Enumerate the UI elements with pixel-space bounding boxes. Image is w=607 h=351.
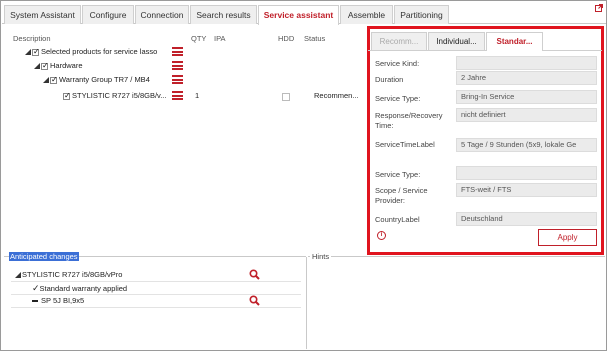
tab-assemble[interactable]: Assemble — [340, 5, 393, 24]
col-header-qty[interactable]: QTY — [191, 34, 206, 43]
tree-row[interactable]: STYLISTIC R727 i5/8GB/v... — [63, 90, 166, 102]
anticipated-changes-title: Anticipated changes — [9, 252, 79, 261]
scope-provider-field[interactable]: FTS-weit / FTS — [456, 183, 597, 197]
list-item-label: Standard warranty applied — [39, 284, 128, 293]
field-label: CountryLabel — [375, 215, 420, 224]
list-item-label: SP 5J BI,9x5 — [41, 296, 85, 305]
row-checkbox[interactable] — [41, 60, 49, 72]
tree-row[interactable]: Warranty Group TR7 / MB4 — [43, 74, 150, 86]
list-separator — [11, 281, 301, 282]
response-time-field[interactable]: nicht definiert — [456, 108, 597, 122]
list-separator — [11, 307, 301, 308]
tab-configure[interactable]: Configure — [82, 5, 134, 24]
hamburger-menu-icon[interactable] — [172, 61, 183, 70]
external-link-icon[interactable] — [595, 4, 603, 12]
panel-tabbar: Recomm... Individual... Standar... — [368, 29, 602, 51]
status-cell: Recommen... — [314, 91, 359, 100]
list-item[interactable]: SP 5J BI,9x5 — [32, 295, 84, 306]
field-label: Service Type: — [375, 170, 421, 179]
qty-cell: 1 — [195, 91, 200, 100]
tree-row[interactable]: Selected products for service lasso — [25, 46, 157, 58]
hamburger-menu-icon[interactable] — [172, 75, 183, 84]
main-tabbar: System Assistant Configure Connection Se… — [2, 2, 606, 25]
pane-separator[interactable] — [306, 257, 307, 349]
magnifier-icon[interactable] — [249, 269, 260, 280]
service-type-2-field[interactable] — [456, 166, 597, 180]
tab-search-results[interactable]: Search results — [190, 5, 257, 24]
col-header-hdd[interactable]: HDD — [278, 34, 294, 43]
country-field[interactable]: Deutschland — [456, 212, 597, 226]
field-label: Service Kind: — [375, 59, 420, 68]
tree-row-label: Warranty Group TR7 / MB4 — [59, 75, 150, 84]
field-label: Response/Recovery Time: — [375, 111, 443, 130]
list-item[interactable]: STYLISTIC R727 i5/8GB/vPro — [15, 269, 122, 280]
tab-recommended[interactable]: Recomm... — [371, 32, 427, 50]
col-header-ipa[interactable]: IPA — [214, 34, 226, 43]
tab-system-assistant[interactable]: System Assistant — [4, 5, 81, 24]
magnifier-icon[interactable] — [249, 295, 260, 306]
checkmark-icon: ✓ — [32, 283, 40, 293]
dash-icon — [32, 300, 38, 302]
tree-expand-icon[interactable] — [43, 77, 49, 84]
field-label: ServiceTimeLabel — [375, 140, 435, 149]
tree-row[interactable]: Hardware — [34, 60, 83, 72]
col-header-status[interactable]: Status — [304, 34, 325, 43]
field-label: Scope / Service Provider: — [375, 186, 428, 205]
hdd-checkbox[interactable] — [282, 93, 290, 101]
tree-expand-icon[interactable] — [15, 272, 21, 279]
tab-partitioning[interactable]: Partitioning — [394, 5, 449, 24]
hamburger-menu-icon[interactable] — [172, 91, 183, 100]
tree-row-label: Selected products for service lasso — [41, 47, 158, 56]
list-item[interactable]: ✓Standard warranty applied — [32, 283, 127, 294]
service-time-field[interactable]: 5 Tage / 9 Stunden (5x9, lokale Ge — [456, 138, 597, 152]
tree-row-label: STYLISTIC R727 i5/8GB/v... — [72, 91, 167, 100]
service-type-field[interactable]: Bring-In Service — [456, 90, 597, 104]
hints-divider — [308, 256, 605, 257]
info-icon[interactable]: i — [377, 231, 386, 240]
tree-expand-icon[interactable] — [25, 49, 31, 56]
tree-expand-icon[interactable] — [34, 63, 40, 70]
app-window: System Assistant Configure Connection Se… — [0, 0, 607, 351]
col-header-description[interactable]: Description — [13, 34, 51, 43]
row-checkbox[interactable] — [63, 90, 71, 102]
row-checkbox[interactable] — [50, 74, 58, 86]
field-label: Service Type: — [375, 94, 421, 103]
hamburger-menu-icon[interactable] — [172, 47, 183, 56]
row-checkbox[interactable] — [32, 46, 40, 58]
tab-individual[interactable]: Individual... — [428, 32, 485, 50]
apply-button[interactable]: Apply — [538, 229, 597, 246]
tab-standard[interactable]: Standar... — [486, 32, 543, 51]
field-label: Duration — [375, 75, 404, 84]
list-item-label: STYLISTIC R727 i5/8GB/vPro — [22, 270, 123, 279]
tab-connection[interactable]: Connection — [135, 5, 189, 24]
hints-title: Hints — [310, 252, 332, 261]
tab-service-assistant[interactable]: Service assistant — [258, 5, 339, 25]
service-kind-field[interactable] — [456, 56, 597, 70]
tree-row-label: Hardware — [50, 61, 83, 70]
duration-field[interactable]: 2 Jahre — [456, 71, 597, 85]
